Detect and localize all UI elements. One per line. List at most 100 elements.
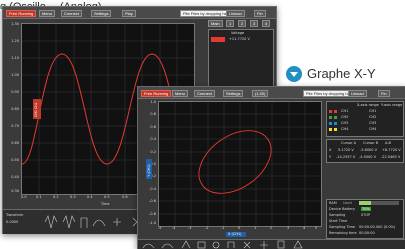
settings-button[interactable]: Settings (91, 10, 112, 17)
xy-plot[interactable] (158, 101, 322, 227)
y-axis-label: Y (CH1) (146, 159, 152, 179)
unload-button[interactable]: Unload (348, 90, 367, 97)
cursor-value: 5.1720 V (338, 148, 354, 152)
channel-name: CH3 (341, 121, 349, 125)
fin-button[interactable]: Fin (254, 10, 266, 17)
caption-right-text: Graphe X-Y (307, 66, 376, 81)
channel-color-swatch (334, 122, 337, 125)
x-tick: 5 (315, 226, 318, 230)
tool-icons[interactable] (140, 240, 340, 249)
fin-button[interactable]: Fin (378, 90, 390, 97)
y-tick: -0.6 (149, 199, 156, 203)
free-running-button[interactable]: Free Running (6, 10, 37, 17)
xy-graph-window: Free Running Menu Connect Settings (1.00… (137, 86, 405, 249)
y-tick: 0.8 (150, 112, 156, 116)
channel-color-swatch (334, 116, 337, 119)
connect-button[interactable]: Connect (61, 10, 82, 17)
tab-3[interactable]: 3 (250, 20, 259, 27)
x-tick: -3 (188, 226, 192, 230)
status-value: 70% (361, 207, 371, 211)
cursor-value: -14.2357 V (336, 155, 356, 159)
channel-label-text: CH1 Ch1 (34, 102, 38, 117)
cursor-value: -3.6000 V (360, 148, 378, 152)
ellipse-plot (159, 102, 321, 226)
y-axis-ticks: 1.30 1.20 1.10 1.00 0.90 0.80 0.70 0.60 … (5, 22, 20, 194)
y-tick: 1.30 (11, 22, 19, 26)
x-tick: -1 (221, 226, 225, 230)
y-tick: -0.4 (149, 187, 156, 191)
x-tick: 2 (270, 226, 273, 230)
channel-color-swatch (334, 128, 337, 131)
transform-label: Transform (6, 213, 24, 217)
x-axis-label: X (CH1) (228, 232, 242, 236)
x-axis-label-box: X (CH1) (226, 232, 246, 237)
channel-value: CH3 (369, 121, 377, 125)
x-tick: 1 (254, 226, 257, 230)
x-tick: 4 (303, 226, 306, 230)
cursor-diff-header: A-B (385, 141, 391, 145)
channel-name: CH1 (341, 109, 349, 113)
y-tick: -0.8 (149, 212, 156, 216)
tab-4[interactable]: 4 (262, 20, 271, 27)
transform-value: 0.0005 (6, 220, 19, 224)
x-tick: 0.2 (53, 195, 59, 199)
y-tick: 0.2 (150, 150, 156, 154)
x-axis-label: Time (101, 202, 110, 206)
x-tick: -2 (205, 226, 209, 230)
toolbar: Free Running Menu Connect Settings (1.00… (138, 87, 405, 99)
status-value: STOP (361, 213, 371, 217)
cursor-value: -4.5000 V (359, 155, 377, 159)
status-key: Device Battery (329, 207, 356, 211)
tab-2[interactable]: 2 (238, 20, 247, 27)
channel-color-swatch (334, 110, 337, 113)
status-key: Sampling Time (329, 225, 356, 229)
settings-button[interactable]: Settings (223, 90, 244, 97)
y-range-header: Y-axis range (381, 103, 403, 107)
y-tick: 0.60 (11, 141, 19, 145)
x-range-header: X-axis range (357, 103, 379, 107)
y-tick: 0.30 (11, 189, 19, 193)
chevron-down-icon (286, 66, 302, 82)
x-tick: 0.3 (70, 195, 76, 199)
channel-name: CH2 (341, 115, 349, 119)
y-tick: 0.4 (150, 137, 156, 141)
x-tick: 0.0 (21, 195, 27, 199)
cursor-value: +8.7720 V (382, 148, 401, 152)
tab-1[interactable]: 1 (226, 20, 235, 27)
x-tick: 0.6 (122, 195, 128, 199)
x-tick: -5 (158, 226, 162, 230)
status-key: RAM (329, 201, 337, 205)
cursor-row-label: Y (329, 155, 332, 159)
play-button[interactable]: Play (122, 10, 136, 17)
status-value: 00:00:00 (359, 231, 375, 235)
status-key: Start Time (329, 219, 348, 223)
y-tick: 0.40 (11, 175, 19, 179)
menu-button[interactable]: Menu (39, 10, 56, 17)
channel-name: CH4 (341, 127, 349, 131)
free-running-button[interactable]: Free Running (141, 90, 172, 97)
cursor-b-header: Cursor B (363, 141, 379, 145)
measurement-value: +11.7720 V (229, 37, 250, 41)
y-tick: 1.0 (150, 100, 156, 104)
status-table: RAM Used Device Battery 70% Sampling STO… (326, 199, 404, 239)
ram-usage-bar (359, 201, 399, 205)
x-tick: -4 (172, 226, 176, 230)
status-value: Used (343, 201, 352, 205)
tab-main[interactable]: Main (208, 20, 223, 27)
unload-button[interactable]: Unload (226, 10, 245, 17)
channel-color-swatch (211, 37, 225, 42)
connect-button[interactable]: Connect (194, 90, 215, 97)
y-tick: 0.70 (11, 124, 19, 128)
channel-color-swatch (329, 122, 332, 125)
channel-row[interactable]: CH4 CH4 (329, 127, 401, 133)
bottom-toolbar (138, 239, 405, 249)
toolbar: Free Running Menu Connect Settings Play … (3, 7, 276, 19)
cursor-row-label: X (329, 148, 332, 152)
y-tick: 0.90 (11, 90, 19, 94)
y-tick: -1.0 (149, 221, 156, 225)
value-button[interactable]: (1.00) (252, 90, 269, 97)
menu-button[interactable]: Menu (172, 90, 189, 97)
channel-color-swatch (329, 116, 332, 119)
channel-color-swatch (329, 128, 332, 131)
status-value: 00:00:00.000 (0.0%) (359, 225, 396, 229)
